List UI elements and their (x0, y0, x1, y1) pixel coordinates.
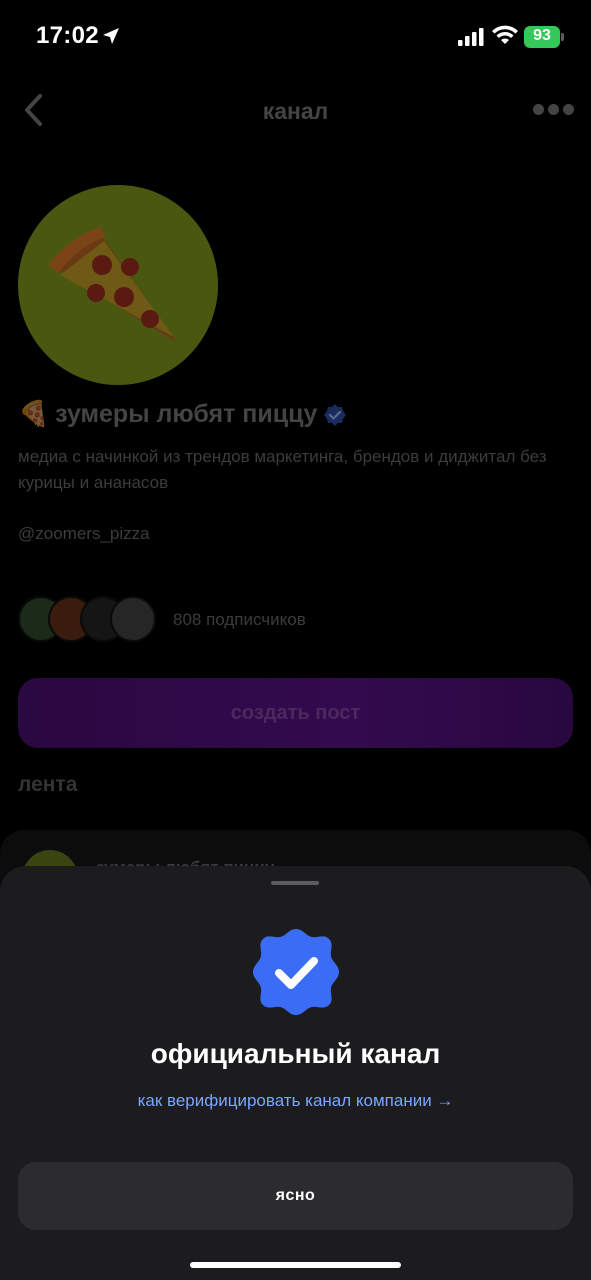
verified-badge-icon[interactable] (323, 403, 347, 427)
channel-name-text: зумеры любят пиццу (55, 400, 318, 428)
battery-percent: 93 (533, 27, 551, 44)
sheet-title: официальный канал (150, 1038, 441, 1069)
ok-button[interactable]: ясно (18, 1162, 573, 1230)
battery-icon: 93 (524, 26, 564, 48)
home-indicator (190, 1262, 401, 1268)
location-arrow-icon (103, 28, 119, 44)
subscriber-count[interactable]: 808 подписчиков (173, 610, 306, 630)
avatar (110, 596, 156, 642)
cellular-signal-icon (458, 28, 484, 46)
verification-sheet: официальный канал как верифицировать кан… (0, 866, 591, 1280)
channel-description: медиа с начинкой из трендов маркетинга, … (18, 447, 547, 492)
verify-company-link[interactable]: как верифицировать канал компании → (0, 1091, 591, 1111)
channel-avatar (18, 185, 218, 385)
page-title: канал (262, 98, 329, 124)
status-bar: 17:02 93 (0, 0, 591, 76)
pizza-emoji: 🍕 (18, 400, 50, 428)
verified-badge-icon (253, 929, 339, 1015)
wifi-icon (492, 25, 518, 44)
pizza-slice-icon (48, 227, 178, 343)
status-time: 17:02 (36, 22, 99, 49)
sheet-grabber[interactable] (271, 881, 319, 885)
feed-heading: лента (18, 773, 78, 796)
channel-handle[interactable]: @zoomers_pizza (18, 524, 150, 544)
channel-title: 🍕 зумеры любят пиццу (18, 400, 347, 429)
more-options-icon[interactable] (533, 104, 575, 116)
create-post-button[interactable]: создать пост (18, 678, 573, 748)
